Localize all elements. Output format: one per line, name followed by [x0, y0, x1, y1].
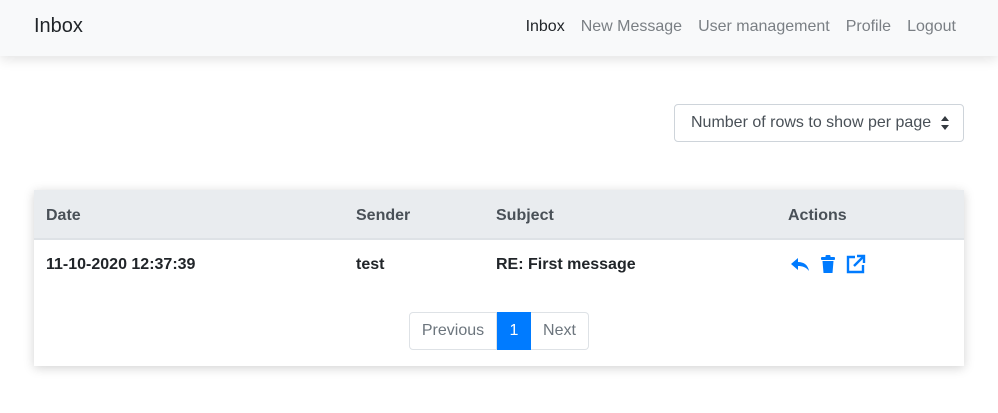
reply-icon[interactable] [790, 254, 810, 274]
header-date: Date [46, 207, 81, 224]
pagination-page-1[interactable]: 1 [497, 312, 531, 350]
rows-per-page-label: Number of rows to show per page [691, 114, 932, 131]
top-navbar: Inbox Inbox New Message User management … [0, 0, 998, 56]
trash-icon[interactable] [818, 254, 838, 274]
row-subject: RE: First message [496, 256, 636, 273]
table-header: Date Sender Subject Actions [34, 190, 964, 240]
navbar-brand[interactable]: Inbox [34, 15, 83, 38]
messages-card: Date Sender Subject Actions 11-10-2020 1… [34, 190, 964, 366]
nav-links: Inbox New Message User management Profil… [526, 18, 956, 36]
open-external-icon[interactable] [846, 254, 866, 274]
header-sender: Sender [356, 207, 411, 224]
pagination-previous[interactable]: Previous [409, 312, 497, 350]
header-subject: Subject [496, 207, 554, 224]
nav-link-user-management[interactable]: User management [698, 18, 830, 36]
nav-link-inbox[interactable]: Inbox [526, 18, 565, 36]
row-sender: test [356, 256, 385, 273]
table-row[interactable]: 11-10-2020 12:37:39 test RE: First messa… [34, 240, 964, 290]
nav-link-profile[interactable]: Profile [846, 18, 891, 36]
header-actions: Actions [788, 207, 847, 224]
row-actions [790, 254, 866, 274]
pagination-next[interactable]: Next [531, 312, 589, 350]
select-caret-icon [941, 116, 949, 130]
nav-link-new-message[interactable]: New Message [581, 18, 682, 36]
pagination: Previous 1 Next [409, 312, 589, 350]
nav-link-logout[interactable]: Logout [907, 18, 956, 36]
rows-per-page-select[interactable]: Number of rows to show per page [674, 104, 964, 142]
row-date: 11-10-2020 12:37:39 [46, 256, 196, 273]
